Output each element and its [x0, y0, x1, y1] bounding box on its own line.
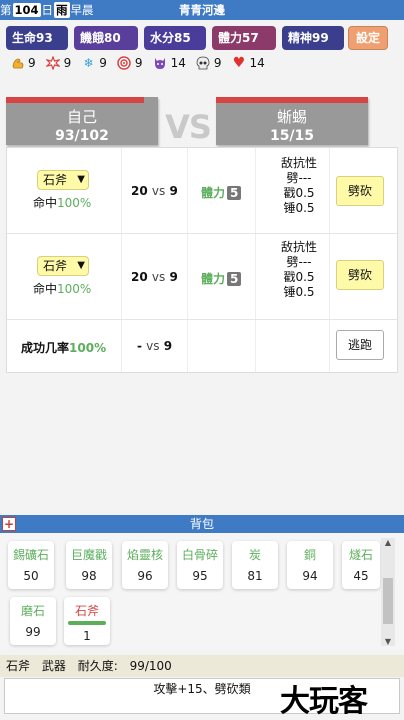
- top-bar: 第 104 日 雨 早晨 青青河邊: [0, 0, 404, 20]
- enemy-hp: 15/15: [269, 128, 315, 144]
- weapon-select[interactable]: 石斧 ▼: [37, 170, 89, 190]
- attr-health: ♥ 14: [232, 55, 265, 71]
- stat-hunger: 饑餓80: [74, 26, 138, 50]
- target-icon: [117, 56, 132, 71]
- heart-icon: ♥: [232, 55, 246, 71]
- demon-icon: [153, 56, 168, 71]
- enemy-resistance: 敌抗性 劈--- 戳0.5 锤0.5: [280, 240, 317, 299]
- stat-life: 生命93: [6, 26, 68, 50]
- stamina-cost: 體力 5: [201, 184, 242, 201]
- chevron-down-icon: ▼: [77, 260, 85, 271]
- burst-icon: [46, 56, 61, 71]
- stats-row: 生命93 饑餓80 水分85 體力57 精神99 設定: [6, 26, 398, 52]
- attack-row: 石斧 ▼ 命中100% 20 vs 9 體力 5 敌抗性 劈--- 戳0.5 锤0…: [7, 234, 397, 320]
- settings-button[interactable]: 設定: [348, 26, 388, 50]
- stamina-cost: 體力 5: [201, 270, 242, 287]
- bag-item[interactable]: 燧石 45: [342, 541, 380, 589]
- attack-row: 石斧 ▼ 命中100% 20 vs 9 體力 5 敌抗性 劈--- 戳0.5 锤0…: [7, 148, 397, 234]
- damage-vs: 20 vs 9: [131, 270, 178, 284]
- flee-button[interactable]: 逃跑: [336, 330, 384, 360]
- weather-badge: 雨: [54, 2, 70, 18]
- bag-item[interactable]: 巨魔戳 98: [66, 541, 112, 589]
- player-card: 自己 93/102: [6, 97, 158, 145]
- scroll-up-icon[interactable]: ▲: [381, 538, 395, 547]
- bag-scrollbar[interactable]: ▲ ▼: [381, 538, 395, 646]
- damage-vs: 20 vs 9: [131, 184, 178, 198]
- flee-row: 成功几率100% - vs 9 逃跑: [7, 320, 397, 372]
- battle-panel: 石斧 ▼ 命中100% 20 vs 9 體力 5 敌抗性 劈--- 戳0.5 锤0…: [6, 147, 398, 373]
- bag-header: + 背包: [0, 515, 404, 533]
- bag-grid: 錫礦石 50 巨魔戳 98 焰靈核 96 白骨碎 95 炭 81 銅 94 燧石…: [0, 533, 404, 649]
- attribute-row: 9 9 ❄ 9 9 14 9 ♥ 14: [10, 54, 275, 72]
- enemy-name: 蜥蜴: [276, 108, 307, 126]
- muscle-icon: [10, 56, 25, 71]
- enemy-card: 蜥蜴 15/15: [216, 97, 368, 145]
- chop-button[interactable]: 劈砍: [336, 176, 384, 206]
- time-of-day: 早晨: [70, 3, 94, 17]
- vs-label: VS: [165, 108, 212, 146]
- enemy-hp-bar: [216, 97, 368, 103]
- bag-item[interactable]: 錫礦石 50: [8, 541, 54, 589]
- day-suffix: 日: [41, 3, 54, 17]
- day-number: 104: [12, 3, 41, 17]
- bag-title: 背包: [189, 517, 214, 531]
- attr-cold: ❄ 9: [81, 54, 107, 72]
- bag-item[interactable]: 銅 94: [287, 541, 333, 589]
- scroll-down-icon[interactable]: ▼: [381, 637, 395, 646]
- flee-vs: - vs 9: [137, 339, 173, 353]
- skull-icon: [196, 56, 211, 71]
- hit-chance: 命中100%: [33, 282, 92, 296]
- bag-item-selected[interactable]: 石斧 1: [64, 597, 110, 645]
- attr-demon: 14: [153, 54, 186, 72]
- bag-item[interactable]: 焰靈核 96: [122, 541, 168, 589]
- bag-item[interactable]: 白骨碎 95: [177, 541, 223, 589]
- bag-expand-button[interactable]: +: [2, 517, 16, 531]
- attr-strength: 9: [10, 54, 36, 72]
- item-durability: 耐久度: 99/100: [77, 659, 172, 673]
- attr-accuracy: 9: [117, 54, 143, 72]
- attr-burst: 9: [46, 54, 71, 72]
- player-hp: 93/102: [55, 128, 109, 144]
- hit-chance: 命中100%: [33, 196, 92, 210]
- durability-bar: [68, 621, 106, 625]
- item-info: 石斧 武器 耐久度: 99/100: [0, 655, 404, 677]
- flee-chance: 成功几率100%: [21, 341, 107, 355]
- scroll-thumb[interactable]: [383, 578, 393, 624]
- chevron-down-icon: ▼: [77, 174, 85, 185]
- weapon-select[interactable]: 石斧 ▼: [37, 256, 89, 276]
- stat-water: 水分85: [144, 26, 206, 50]
- player-name: 自己: [66, 108, 97, 126]
- chop-button[interactable]: 劈砍: [336, 260, 384, 290]
- player-hp-bar: [6, 97, 145, 103]
- bag-item[interactable]: 磨石 99: [10, 597, 56, 645]
- enemy-resistance: 敌抗性 劈--- 戳0.5 锤0.5: [280, 156, 317, 215]
- stat-stamina: 體力57: [212, 26, 276, 50]
- item-type: 武器: [41, 659, 66, 673]
- item-name: 石斧: [6, 659, 31, 673]
- stat-spirit: 精神99: [282, 26, 344, 50]
- watermark-logo: 大玩客: [280, 684, 368, 719]
- bag-item[interactable]: 炭 81: [232, 541, 278, 589]
- day-prefix: 第: [0, 3, 12, 17]
- snowflake-icon: ❄: [83, 56, 94, 70]
- attr-death: 9: [196, 54, 221, 72]
